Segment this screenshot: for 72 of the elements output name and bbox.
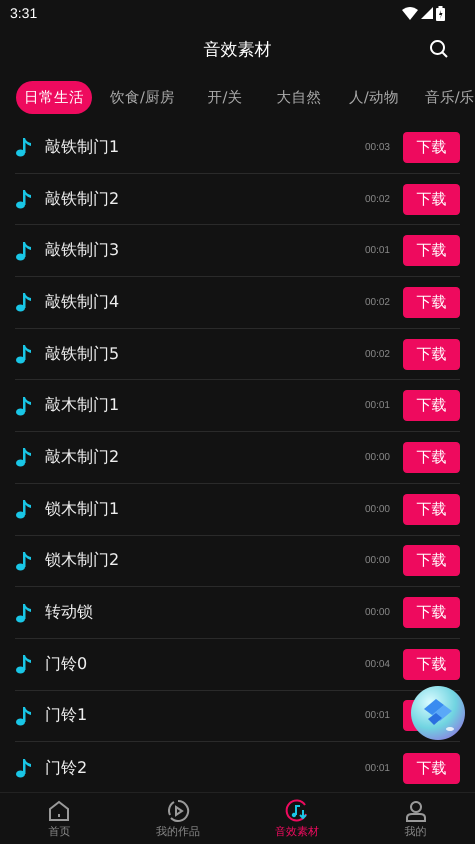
download-button[interactable]: 下载 [403,390,460,422]
sound-duration: 00:00 [364,555,390,566]
category-tab[interactable]: 音乐/乐 [416,80,475,114]
home-icon [47,798,72,822]
download-button[interactable]: 下载 [403,286,460,318]
wifi-icon [402,6,418,20]
sound-name: 门铃1 [45,705,88,726]
nav-tab[interactable]: 音效素材 [238,793,356,844]
download-button[interactable]: 下载 [403,494,460,525]
sound-name: 敲木制门2 [45,446,120,468]
status-time: 3:31 [10,5,38,21]
download-button[interactable]: 下载 [403,132,460,163]
search-icon[interactable] [429,39,449,59]
music-note-icon [15,758,33,778]
sound-duration: 00:01 [364,762,390,774]
download-button[interactable]: 下载 [403,442,460,473]
sound-name: 敲木制门1 [45,395,120,416]
download-button[interactable]: 下载 [403,648,460,680]
sound-duration: 00:00 [364,452,390,463]
sound-duration: 00:02 [364,194,390,205]
page-title: 音效素材 [204,38,272,60]
sound-name: 门铃0 [45,654,88,675]
download-button[interactable]: 下载 [403,545,460,576]
sound-name: 敲铁制门4 [45,292,120,313]
category-tab[interactable]: 饮食/厨房 [102,80,183,114]
sound-name: 敲铁制门3 [45,240,120,262]
download-button[interactable]: 下载 [403,752,460,784]
signal-icon [421,7,433,19]
sound-duration: 00:01 [364,400,390,412]
sound-name: 门铃2 [45,758,88,779]
sound-name: 锁木制门2 [45,550,120,572]
music-note-icon [15,499,33,520]
download-button[interactable]: 下载 [403,235,460,266]
music-note-icon [15,344,33,364]
sound-name: 转动锁 [45,602,94,624]
sound-duration: 00:00 [364,607,390,618]
sound-name: 敲铁制门1 [45,136,120,158]
sound-duration: 00:02 [364,296,390,308]
sound-duration: 00:00 [364,504,390,515]
sound-duration: 00:01 [364,710,390,722]
category-tab[interactable]: 日常生活 [16,80,92,114]
download-button[interactable]: 下载 [403,597,460,628]
play-icon [166,798,190,822]
download-button[interactable]: 下载 [403,338,460,370]
music-note-icon [15,137,33,158]
sound-duration: 00:01 [364,245,390,256]
download-button[interactable]: 下载 [403,184,460,215]
music-note-icon [15,396,33,416]
category-tab[interactable]: 开/关 [192,80,257,114]
floating-ball-overlay[interactable] [410,685,466,741]
music-note-icon [15,292,33,312]
music-note-icon [15,550,33,571]
music-note-icon [15,706,33,726]
person-icon [404,798,428,822]
music-note-icon [15,447,33,468]
music-note-icon [15,602,33,623]
music-note-icon [15,240,33,261]
music-download-icon [284,798,309,822]
battery-icon [436,6,445,20]
music-note-icon [15,189,33,210]
sound-duration: 00:04 [364,658,390,670]
category-tab[interactable]: 大自然 [266,80,331,114]
music-note-icon [15,654,33,674]
sound-name: 锁木制门1 [45,498,120,520]
sound-duration: 00:02 [364,348,390,360]
category-tab[interactable]: 人/动物 [340,80,407,114]
sound-name: 敲铁制门5 [45,344,120,365]
nav-tab[interactable]: 我的作品 [118,793,238,844]
nav-tab[interactable]: 首页 [0,793,119,844]
sound-duration: 00:03 [364,142,390,153]
sound-name: 敲铁制门2 [45,188,120,210]
nav-tab[interactable]: 我的 [356,793,475,844]
